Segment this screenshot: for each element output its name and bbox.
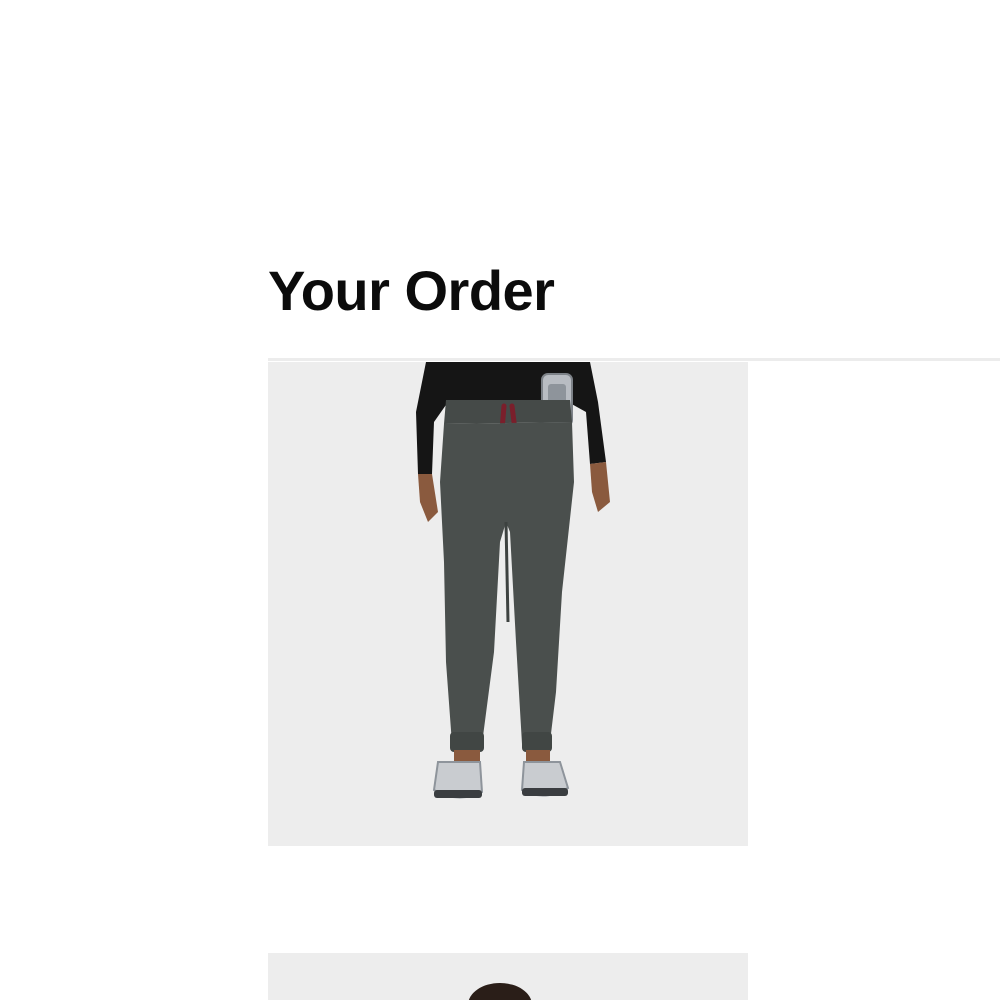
partial-product-photo (268, 953, 748, 1000)
order-summary-page: Your Order (0, 0, 1000, 1000)
section-divider (268, 358, 1000, 361)
jogger-pants-photo (268, 362, 748, 846)
product-image-1[interactable] (268, 362, 748, 846)
order-title: Your Order (268, 259, 555, 322)
product-image-2[interactable] (268, 953, 748, 1000)
